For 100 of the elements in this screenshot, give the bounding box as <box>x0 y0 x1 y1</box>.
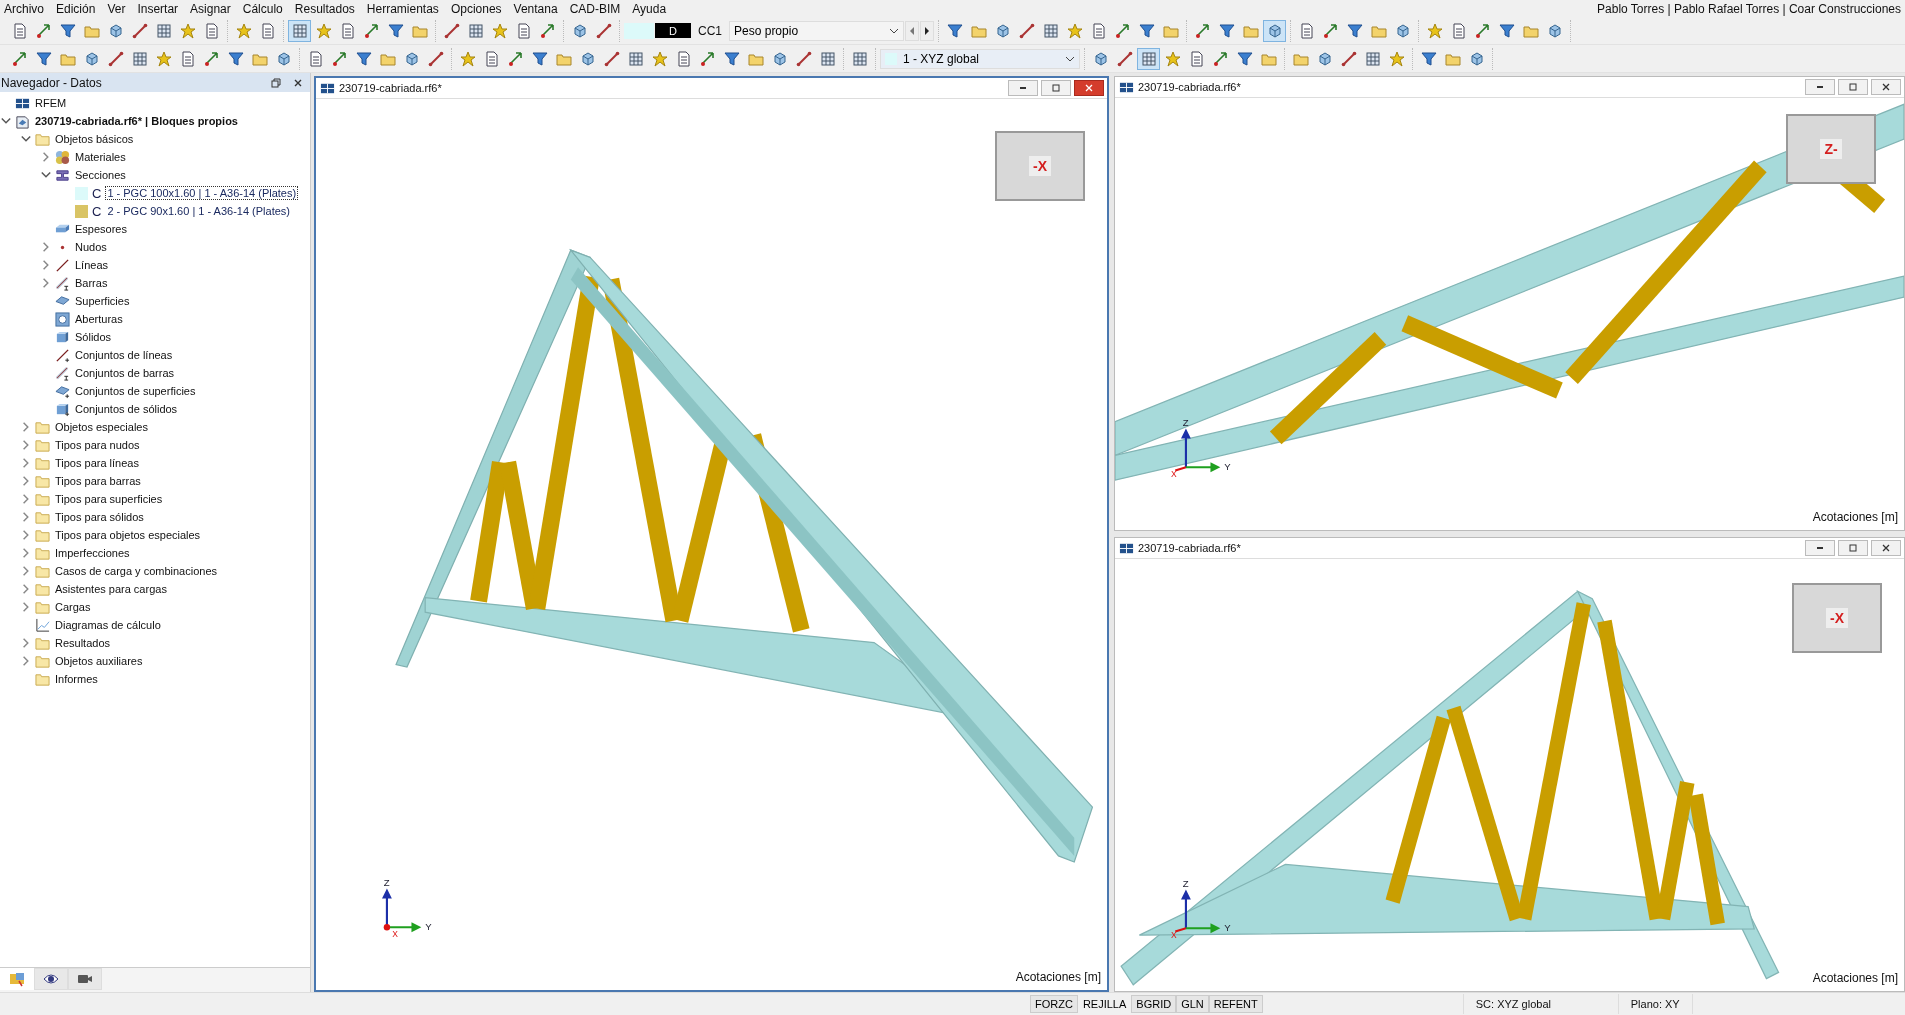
tree-item[interactable]: Tipos para sólidos <box>53 510 146 524</box>
status-toggle[interactable]: BGRID <box>1131 995 1177 1013</box>
tree-item[interactable]: Sólidos <box>73 330 114 344</box>
tree-item[interactable]: Aberturas <box>73 312 125 326</box>
tree-item[interactable]: Conjuntos de superficies <box>73 384 198 398</box>
menu-item[interactable]: Ventana <box>511 1 568 16</box>
cube-icon <box>571 22 588 39</box>
view-cube[interactable]: -X <box>995 131 1085 201</box>
arrow-icon <box>1212 50 1229 67</box>
grid-icon <box>1140 50 1157 67</box>
close-icon <box>1881 543 1891 553</box>
folder-icon <box>35 527 50 543</box>
line-icon <box>131 22 148 39</box>
tree-item[interactable]: Tipos para superficies <box>53 492 165 506</box>
panel-tab[interactable] <box>34 968 68 990</box>
cube-icon <box>1546 22 1563 39</box>
close-button[interactable] <box>1871 540 1901 556</box>
tree-item[interactable]: Tipos para barras <box>53 474 143 488</box>
view-cube[interactable]: -X <box>1792 583 1882 653</box>
view-cube[interactable]: Z- <box>1786 114 1876 184</box>
tree-item[interactable]: Materiales <box>73 150 128 164</box>
close-button[interactable] <box>1871 79 1901 95</box>
cube-icon <box>403 50 420 67</box>
tree-item[interactable]: 230719-cabriada.rf6* | Bloques propios <box>33 114 240 128</box>
status-toggle[interactable]: GLN <box>1176 995 1209 1013</box>
maximize-icon <box>1051 83 1061 93</box>
menu-item[interactable]: Edición <box>54 1 106 16</box>
panel-tab[interactable] <box>68 968 102 990</box>
tree-item[interactable]: Resultados <box>53 636 113 650</box>
star-icon <box>651 50 668 67</box>
grid-icon <box>467 22 484 39</box>
status-toggle[interactable]: REJILLA <box>1077 995 1132 1013</box>
tree-item[interactable]: Casos de carga y combinaciones <box>53 564 220 578</box>
menu-item[interactable]: Ver <box>105 1 136 16</box>
tree-item[interactable]: Conjuntos de sólidos <box>73 402 180 416</box>
toolbar-button[interactable] <box>288 19 311 42</box>
cube-icon <box>83 50 100 67</box>
section-shape-glyph: C <box>91 185 103 201</box>
tree-item[interactable]: Asistentes para cargas <box>53 582 169 596</box>
tree-item[interactable]: Tipos para nudos <box>53 438 142 452</box>
folder-icon <box>35 653 50 669</box>
tree-item[interactable]: Objetos básicos <box>53 132 136 146</box>
star-icon <box>1066 22 1083 39</box>
tree-item[interactable]: Tipos para líneas <box>53 456 141 470</box>
toolbar-button[interactable] <box>1137 47 1160 70</box>
left-triangle-icon <box>908 25 916 36</box>
tree-item[interactable]: Diagramas de cálculo <box>53 618 163 632</box>
model-icon <box>15 113 30 129</box>
tree-item[interactable]: Espesores <box>73 222 129 236</box>
next-button[interactable] <box>920 20 934 41</box>
tree-item[interactable]: Conjuntos de líneas <box>73 348 175 362</box>
tree-item[interactable]: Superficies <box>73 294 132 308</box>
menu-item[interactable]: Cálculo <box>240 1 293 16</box>
page-icon <box>675 50 692 67</box>
tree-item[interactable]: 1 - PGC 100x1.60 | 1 - A36-14 (Plates) <box>105 186 299 200</box>
status-toggle[interactable]: REFENT <box>1208 995 1263 1013</box>
panel-title: Navegador - Datos <box>1 75 103 90</box>
coordinate-system-dropdown[interactable]: 1 - XYZ global <box>880 48 1080 69</box>
menu-item[interactable]: CAD-BIM <box>567 1 631 16</box>
toolbar-button[interactable] <box>1263 19 1286 42</box>
tree-item[interactable]: Informes <box>53 672 100 686</box>
menu-item[interactable]: Herramientas <box>364 1 449 16</box>
funnel-icon <box>1498 22 1515 39</box>
menu-item[interactable]: Ayuda <box>630 1 677 16</box>
star-icon <box>1388 50 1405 67</box>
menu-item[interactable]: Asignar <box>188 1 241 16</box>
load-case-dropdown[interactable]: Peso propio <box>729 20 904 41</box>
coordinate-system-label: SC: XYZ global <box>1462 994 1618 1014</box>
section-icon <box>55 167 70 183</box>
menu-item[interactable]: Archivo <box>2 1 54 16</box>
minimize-button[interactable] <box>1805 540 1835 556</box>
line-icon <box>603 50 620 67</box>
tree-item[interactable]: Secciones <box>73 168 128 182</box>
tree-item[interactable]: Líneas <box>73 258 111 272</box>
close-icon <box>1881 82 1891 92</box>
funnel-icon <box>1236 50 1253 67</box>
page-icon <box>339 22 356 39</box>
minimize-button[interactable] <box>1805 79 1835 95</box>
line-icon <box>1116 50 1133 67</box>
tree-item[interactable]: Barras <box>73 276 110 290</box>
tree-item[interactable]: RFEM <box>33 96 69 110</box>
cube-icon <box>55 329 70 345</box>
arrow-icon <box>1194 22 1211 39</box>
tree-item[interactable]: Conjuntos de barras <box>73 366 177 380</box>
minimize-button[interactable] <box>1008 80 1038 96</box>
caret-icon <box>1065 55 1075 62</box>
tree-item[interactable]: Tipos para objetos especiales <box>53 528 203 542</box>
close-button[interactable] <box>1074 80 1104 96</box>
tree-item[interactable]: Imperfecciones <box>53 546 132 560</box>
menu-item[interactable]: Insertar <box>135 1 189 16</box>
tree-item[interactable]: Nudos <box>73 240 109 254</box>
status-toggle[interactable]: FORZC <box>1030 995 1078 1013</box>
user-label: Pablo Torres | Pablo Rafael Torres | Coar Construcciones <box>1597 1 1902 16</box>
tree-item[interactable]: 2 - PGC 90x1.60 | 1 - A36-14 (Plates) <box>105 204 292 218</box>
menu-item[interactable]: Opciones <box>448 1 512 16</box>
previous-button[interactable] <box>905 20 919 41</box>
tree-item[interactable]: Cargas <box>53 600 93 614</box>
tree-item[interactable]: Objetos especiales <box>53 420 150 434</box>
tree-item[interactable]: Objetos auxiliares <box>53 654 145 668</box>
menu-item[interactable]: Resultados <box>292 1 365 16</box>
